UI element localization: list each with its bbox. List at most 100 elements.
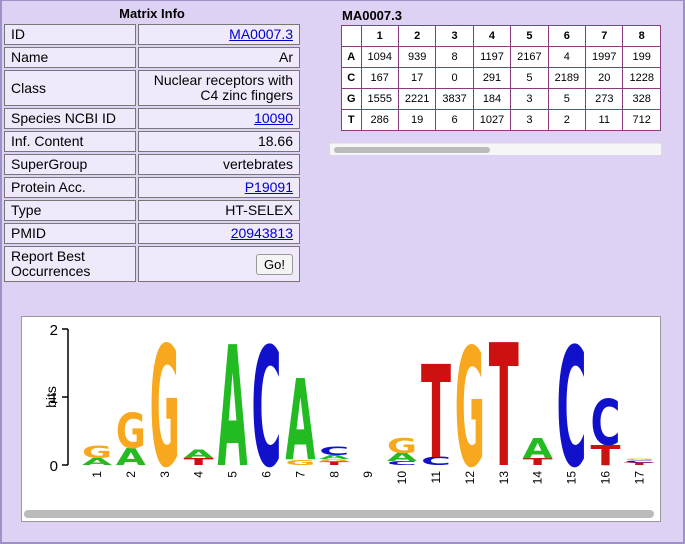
logo-letter-a: A xyxy=(285,355,315,486)
sequence-logo: 0 1 2 bits 1 2 3 4 5 6 7 8 9 10 11 12 13 14 15 16 17 A G A G G T A A… xyxy=(21,310,661,522)
pfm-cell: 5 xyxy=(510,67,549,89)
pfm-cell: 3 xyxy=(510,88,549,110)
pfm-cell: 1197 xyxy=(472,46,512,68)
logo-letter-a: A xyxy=(218,317,248,505)
pfm-cell: 2189 xyxy=(547,67,587,89)
pfm-table-container[interactable]: 12345678 A 1094 939 8 1197 2167 4 1997 199 C 167 17… xyxy=(341,25,661,131)
logo-letter-t: T xyxy=(489,317,519,506)
logo-letter-g: G xyxy=(624,459,654,461)
logo-horizontal-scrollbar[interactable] xyxy=(24,510,654,518)
info-value: 18.66 xyxy=(138,131,300,152)
go-button[interactable]: Go! xyxy=(256,253,293,275)
info-label: Type xyxy=(4,200,136,221)
logo-x-tick-label: 16 xyxy=(598,471,612,485)
info-value: Ar xyxy=(138,47,300,68)
info-label: Protein Acc. xyxy=(4,177,136,198)
pfm-column-header: 3 xyxy=(435,25,474,47)
pfm-cell: 1027 xyxy=(472,109,512,131)
report-go-cell: Go! xyxy=(138,246,300,282)
logo-x-tick-label: 2 xyxy=(124,471,138,478)
pfm-cell: 2167 xyxy=(510,46,549,68)
pfm-cell: 0 xyxy=(435,67,474,89)
info-row: Name Ar xyxy=(4,47,300,68)
pfm-column-header: 1 xyxy=(360,25,399,47)
info-row: Protein Acc. P19091 xyxy=(4,177,300,198)
pfm-horizontal-scrollbar[interactable] xyxy=(330,143,661,155)
pfm-cell: 2221 xyxy=(397,88,437,110)
info-label: ID xyxy=(4,24,136,45)
pfm-column-header: 6 xyxy=(547,25,587,47)
info-label: Class xyxy=(4,70,136,106)
pfm-row: G 1555 2221 3837 184 3 5 273 328 xyxy=(341,88,661,110)
pfm-cell: 4 xyxy=(547,46,587,68)
pfm-base-label: T xyxy=(341,109,362,131)
pfm-cell: 167 xyxy=(360,67,399,89)
info-value-link[interactable]: 20943813 xyxy=(231,225,293,241)
pfm-corner xyxy=(341,25,362,47)
pfm-scrollbar-thumb[interactable] xyxy=(334,147,490,153)
info-value-link[interactable]: 10090 xyxy=(254,110,293,126)
info-value: HT-SELEX xyxy=(138,200,300,221)
logo-x-tick-label: 10 xyxy=(395,471,409,485)
logo-letter-g: G xyxy=(387,434,417,458)
info-value: Nuclear receptors with C4 zinc fingers xyxy=(138,70,300,106)
pfm-cell: 2 xyxy=(547,109,587,131)
info-row: Inf. Content 18.66 xyxy=(4,131,300,152)
info-value: 10090 xyxy=(138,108,300,129)
pfm-cell: 199 xyxy=(622,46,661,68)
logo-x-tick-label: 14 xyxy=(531,471,545,485)
pfm-cell: 1997 xyxy=(585,46,624,68)
info-row: Class Nuclear receptors with C4 zinc fing… xyxy=(4,70,300,106)
pfm-column-header: 5 xyxy=(510,25,549,47)
pfm-cell: 17 xyxy=(397,67,437,89)
pfm-cell: 3 xyxy=(510,109,549,131)
report-row: Report Best Occurrences Go! xyxy=(4,246,300,282)
pfm-cell: 184 xyxy=(472,88,512,110)
pfm-title: MA0007.3 xyxy=(342,8,402,23)
info-row: Type HT-SELEX xyxy=(4,200,300,221)
pfm-row: T 286 19 6 1027 3 2 11 712 xyxy=(341,109,661,131)
pfm-cell: 286 xyxy=(360,109,399,131)
matrix-info-table: ID MA0007.3 Name Ar Class Nuclear receptors w… xyxy=(2,22,302,284)
pfm-cell: 8 xyxy=(435,46,474,68)
logo-letter-t: T xyxy=(421,338,451,488)
pfm-cell: 712 xyxy=(622,109,661,131)
pfm-column-header: 8 xyxy=(622,25,661,47)
pfm-cell: 5 xyxy=(547,88,587,110)
logo-x-tick-label: 1 xyxy=(90,471,104,478)
logo-y-axis-label: bits xyxy=(43,386,59,408)
logo-x-tick-label: 9 xyxy=(361,471,375,478)
logo-letter-a: A xyxy=(523,433,553,465)
info-row: ID MA0007.3 xyxy=(4,24,300,45)
logo-letter-c: C xyxy=(319,445,349,458)
pfm-cell: 1228 xyxy=(622,67,661,89)
info-row: SuperGroup vertebrates xyxy=(4,154,300,175)
info-row: PMID 20943813 xyxy=(4,223,300,244)
pfm-cell: 291 xyxy=(472,67,512,89)
info-value: vertebrates xyxy=(138,154,300,175)
pfm-column-header: 7 xyxy=(585,25,624,47)
logo-y-tick-label: 2 xyxy=(50,322,58,339)
pfm-cell: 1094 xyxy=(360,46,399,68)
pfm-row: A 1094 939 8 1197 2167 4 1997 199 xyxy=(341,46,661,68)
logo-letter-g: G xyxy=(116,404,146,460)
pfm-cell: 6 xyxy=(435,109,474,131)
info-value: P19091 xyxy=(138,177,300,198)
info-value-link[interactable]: MA0007.3 xyxy=(229,26,293,42)
info-label: Name xyxy=(4,47,136,68)
pfm-base-label: G xyxy=(341,88,362,110)
logo-letter-c: C xyxy=(251,317,281,505)
info-value: MA0007.3 xyxy=(138,24,300,45)
logo-letter-g: G xyxy=(455,317,485,504)
logo-letter-g: G xyxy=(82,443,112,462)
pfm-cell: 1555 xyxy=(360,88,399,110)
logo-chart: 012bits1 2 3 4 5 6 7 8 9 10 11 12 13 14 15 16 17AG AG G TA A… xyxy=(43,310,655,506)
matrix-info-title: Matrix Info xyxy=(119,6,185,21)
logo-letter-c: C xyxy=(590,388,620,460)
logo-letter-g: G xyxy=(150,317,180,505)
pfm-cell: 11 xyxy=(585,109,624,131)
info-value-link[interactable]: P19091 xyxy=(245,179,293,195)
logo-y-tick-label: 0 xyxy=(50,458,58,475)
info-label: PMID xyxy=(4,223,136,244)
pfm-base-label: C xyxy=(341,67,362,89)
